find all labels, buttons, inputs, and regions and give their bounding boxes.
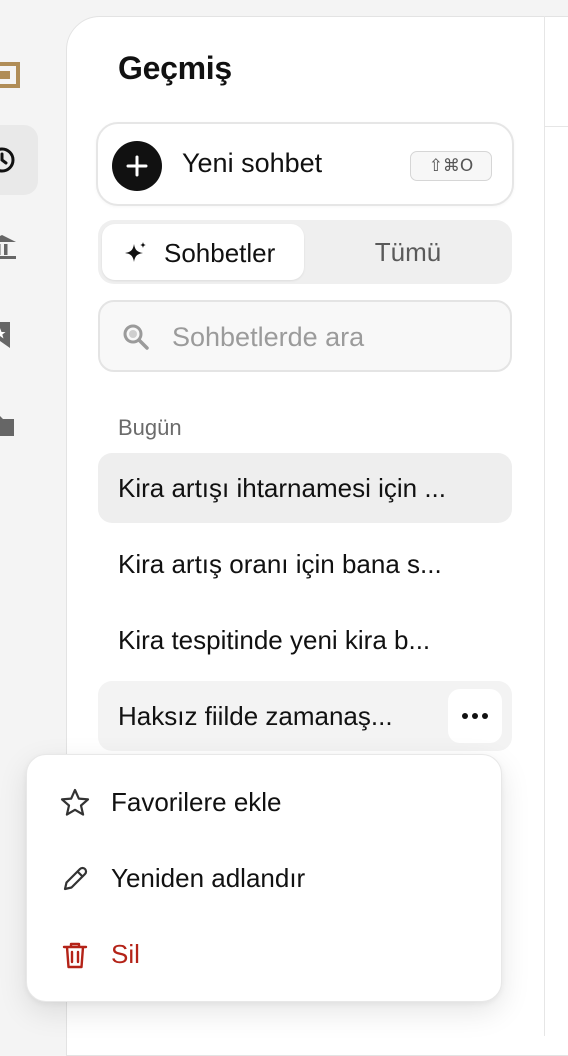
plus-icon bbox=[112, 141, 162, 191]
search-input[interactable] bbox=[170, 316, 494, 358]
chat-item[interactable]: Kira tespitinde yeni kira b... bbox=[98, 605, 512, 675]
search-icon bbox=[123, 324, 149, 350]
trash-icon bbox=[62, 942, 88, 969]
rail-history[interactable] bbox=[0, 125, 38, 195]
section-today: Bugün bbox=[118, 415, 182, 440]
menu-item-label: Yeniden adlandır bbox=[111, 863, 306, 893]
menu-item-label: Sil bbox=[111, 939, 140, 969]
history-filter-toggle: Sohbetler Tümü bbox=[98, 220, 512, 284]
rail-bookmarks[interactable] bbox=[0, 300, 38, 370]
sparkle-icon bbox=[125, 242, 146, 262]
folder-icon bbox=[0, 416, 14, 436]
rail-logo[interactable] bbox=[0, 40, 38, 110]
more-horizontal-icon bbox=[462, 713, 488, 719]
pencil-icon bbox=[63, 866, 88, 891]
chat-item[interactable]: Haksız fiilde zamanaş... bbox=[98, 681, 512, 751]
chat-item[interactable]: Kira artış oranı için bana s... bbox=[98, 529, 512, 599]
shortcut-badge: ⇧⌘O bbox=[410, 151, 492, 181]
chat-item-title: Kira artış oranı için bana s... bbox=[118, 548, 442, 579]
menu-item-rename[interactable]: Yeniden adlandır bbox=[27, 841, 503, 917]
bookmark-star-icon bbox=[0, 322, 10, 348]
chat-item-title: Kira tespitinde yeni kira b... bbox=[118, 624, 431, 655]
tab-all[interactable]: Tümü bbox=[304, 224, 512, 280]
chat-item[interactable]: Kira artışı ihtarnamesi için ... bbox=[98, 453, 512, 523]
logo-icon bbox=[0, 62, 20, 88]
page-title: Geçmiş bbox=[118, 50, 232, 86]
star-icon bbox=[60, 788, 90, 816]
search-box[interactable] bbox=[98, 300, 512, 372]
chat-context-menu: Favorilere ekle Yeniden adlandır Sil bbox=[26, 754, 502, 1002]
header-divider bbox=[545, 126, 568, 127]
tab-chats[interactable]: Sohbetler bbox=[102, 224, 304, 280]
menu-item-favorite[interactable]: Favorilere ekle bbox=[27, 765, 503, 841]
bank-icon bbox=[0, 235, 16, 259]
menu-item-delete[interactable]: Sil bbox=[27, 917, 503, 993]
menu-item-label: Favorilere ekle bbox=[111, 787, 282, 817]
chat-item-title: Haksız fiilde zamanaş... bbox=[118, 700, 393, 731]
tab-chats-label: Sohbetler bbox=[164, 238, 276, 268]
more-options-button[interactable] bbox=[448, 689, 502, 743]
rail-folders[interactable] bbox=[0, 390, 38, 460]
chat-item-title: Kira artışı ihtarnamesi için ... bbox=[118, 472, 446, 503]
new-chat-button[interactable]: Yeni sohbet ⇧⌘O bbox=[96, 122, 514, 206]
panel-divider bbox=[544, 16, 545, 1036]
new-chat-label: Yeni sohbet bbox=[182, 148, 323, 178]
rail-library[interactable] bbox=[0, 212, 38, 282]
history-icon bbox=[0, 147, 15, 173]
